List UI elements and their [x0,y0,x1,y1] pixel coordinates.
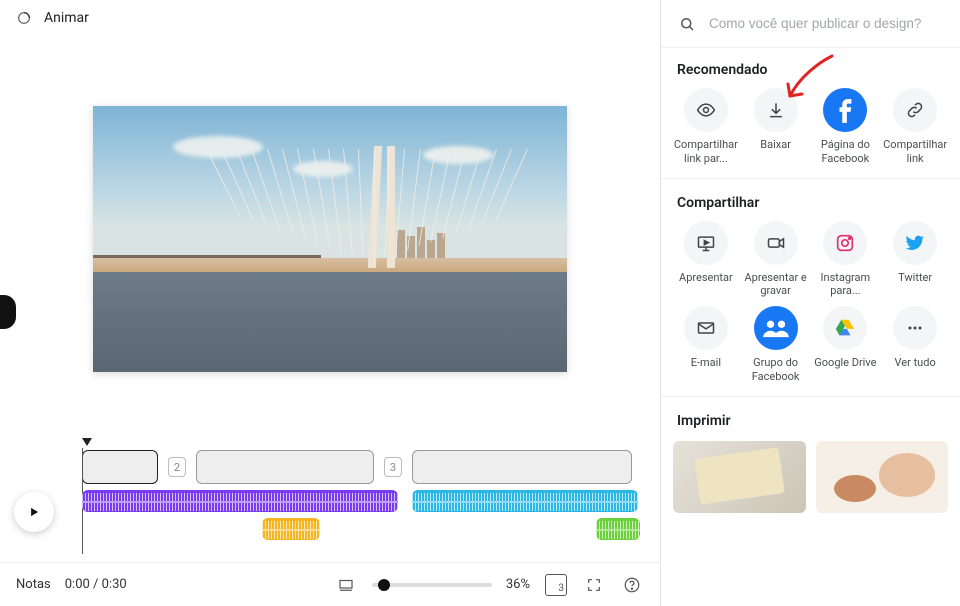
download-icon [754,88,798,132]
pages-button[interactable]: 3 [544,573,568,597]
fbgroup-icon [754,306,798,350]
video-clip-1[interactable] [82,450,158,484]
share-option-gdrive[interactable]: Google Drive [813,306,879,384]
share-option-label: Twitter [898,271,932,285]
playback-time: 0:00 / 0:30 [65,577,127,592]
page-count-badge: 3 [545,574,567,596]
share-option-label: Google Drive [814,356,876,370]
video-clip-2[interactable] [196,450,374,484]
recommended-option-label: Compartilhar link par... [673,138,739,166]
instagram-icon [823,221,867,265]
clip-count-badge: 3 [384,457,402,477]
eye-icon [684,88,728,132]
section-title-share: Compartilhar [661,181,960,217]
share-option-label: Grupo do Facebook [743,356,809,384]
mail-icon [684,306,728,350]
notes-button[interactable]: Notas [16,577,51,592]
animar-button[interactable]: Animar [44,10,89,26]
timeline[interactable]: 2 3 [0,442,660,562]
share-search-input[interactable] [709,16,946,31]
audio-clip-green[interactable] [596,518,640,540]
animate-icon[interactable] [12,6,36,30]
link-icon [893,88,937,132]
share-option-mail[interactable]: E-mail [673,306,739,384]
zoom-knob[interactable] [378,579,390,591]
section-title-recommended: Recomendado [661,48,960,84]
share-option-label: Apresentar [679,271,733,285]
side-panel-handle[interactable] [0,295,16,329]
section-title-print: Imprimir [661,399,960,435]
zoom-slider[interactable] [372,583,492,587]
recommended-option-eye[interactable]: Compartilhar link par... [673,88,739,166]
video-clip-3[interactable] [412,450,632,484]
gdrive-icon [823,306,867,350]
fullscreen-icon[interactable] [582,573,606,597]
zoom-level[interactable]: 36% [506,577,530,592]
recommended-option-link[interactable]: Compartilhar link [882,88,948,166]
share-panel: Recomendado Compartilhar link par... Baix… [660,0,960,606]
recommended-option-label: Página do Facebook [813,138,879,166]
share-option-twitter[interactable]: Twitter [882,221,948,299]
share-option-label: Apresentar e gravar [743,271,809,299]
play-button[interactable] [14,492,54,532]
playhead-marker[interactable] [82,438,92,446]
recommended-option-download[interactable]: Baixar [743,88,809,166]
audio-clip-blue[interactable] [412,490,638,512]
share-option-record[interactable]: Apresentar e gravar [743,221,809,299]
share-option-label: E-mail [691,356,721,370]
help-icon[interactable] [620,573,644,597]
clip-count-badge: 2 [168,457,186,477]
view-mode-icon[interactable] [334,573,358,597]
record-icon [754,221,798,265]
audio-clip-purple[interactable] [82,490,398,512]
more-icon [893,306,937,350]
share-option-fbgroup[interactable]: Grupo do Facebook [743,306,809,384]
share-option-instagram[interactable]: Instagram para... [813,221,879,299]
recommended-option-facebook[interactable]: Página do Facebook [813,88,879,166]
share-option-more[interactable]: Ver tudo [882,306,948,384]
facebook-icon [823,88,867,132]
canvas-stage[interactable] [0,36,660,442]
canvas-preview[interactable] [93,106,567,372]
share-option-label: Instagram para... [813,271,879,299]
print-option-2[interactable] [816,441,949,513]
recommended-option-label: Baixar [760,138,791,152]
twitter-icon [893,221,937,265]
search-icon [675,12,699,36]
share-option-label: Ver tudo [895,356,936,370]
share-option-present[interactable]: Apresentar [673,221,739,299]
present-icon [684,221,728,265]
audio-clip-orange[interactable] [262,518,320,540]
print-option-1[interactable] [673,441,806,513]
recommended-option-label: Compartilhar link [882,138,948,166]
